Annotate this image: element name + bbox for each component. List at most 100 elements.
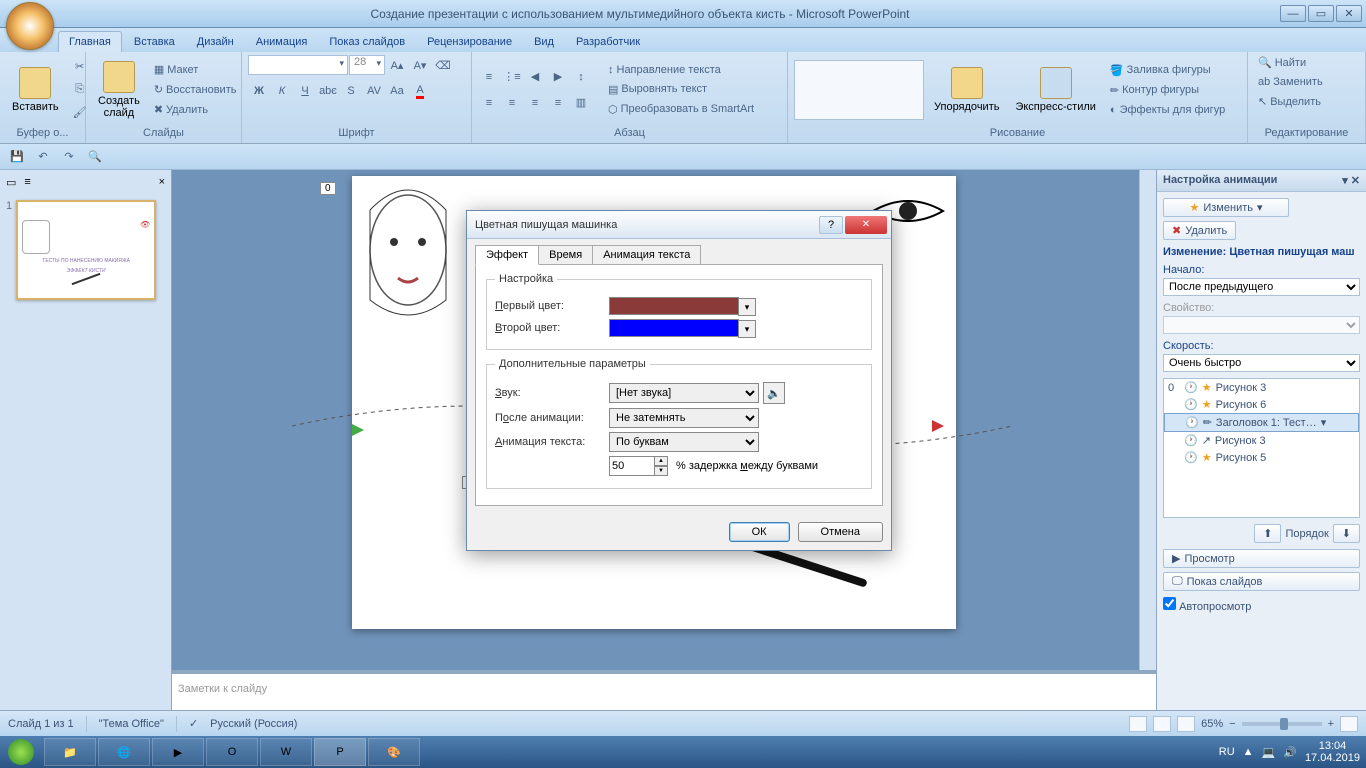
vertical-scrollbar[interactable]	[1139, 170, 1156, 710]
reset-button[interactable]: ↻ Восстановить	[150, 81, 241, 98]
font-size-combo[interactable]: 28	[349, 55, 385, 75]
dialog-tab-timing[interactable]: Время	[538, 245, 593, 265]
bold-button[interactable]: Ж	[248, 80, 270, 102]
tray-network-icon[interactable]: 💻	[1262, 746, 1276, 759]
autopreview-checkbox[interactable]: Автопросмотр	[1163, 601, 1251, 613]
sound-volume-button[interactable]: 🔈	[763, 382, 785, 404]
quick-styles-button[interactable]: Экспресс-стили	[1009, 56, 1101, 124]
strike-button[interactable]: abє	[317, 80, 339, 102]
spellcheck-icon[interactable]: ✓	[189, 717, 198, 730]
first-color-picker[interactable]	[609, 297, 739, 315]
slideshow-button[interactable]: 🖵 Показ слайдов	[1163, 572, 1360, 591]
delay-spin-down[interactable]: ▼	[654, 466, 668, 476]
align-text-button[interactable]: ▤ Выровнять текст	[604, 81, 758, 98]
font-combo[interactable]	[248, 55, 348, 75]
decrease-font-button[interactable]: A▾	[409, 54, 431, 76]
normal-view-button[interactable]	[1129, 716, 1147, 732]
justify-button[interactable]: ≡	[547, 92, 569, 114]
select-button[interactable]: ↖ Выделить	[1254, 93, 1325, 110]
speed-select[interactable]: Очень быстро	[1163, 354, 1360, 372]
minimize-button[interactable]: —	[1280, 5, 1306, 22]
tab-review[interactable]: Рецензирование	[417, 32, 522, 52]
zoom-level[interactable]: 65%	[1201, 718, 1223, 730]
columns-button[interactable]: ▥	[570, 92, 592, 114]
tray-clock[interactable]: 13:04 17.04.2019	[1305, 740, 1360, 764]
delay-spin-up[interactable]: ▲	[654, 456, 668, 466]
text-direction-button[interactable]: ↕ Направление текста	[604, 62, 758, 78]
anim-text-select[interactable]: По буквам	[609, 432, 759, 452]
task-ie[interactable]: 🌐	[98, 738, 150, 766]
find-button[interactable]: 🔍 Найти	[1254, 54, 1310, 71]
start-select[interactable]: После предыдущего	[1163, 278, 1360, 296]
layout-button[interactable]: ▦ Макет	[150, 61, 241, 78]
reorder-up-button[interactable]: ⬆	[1254, 524, 1281, 543]
italic-button[interactable]: К	[271, 80, 293, 102]
task-powerpoint[interactable]: P	[314, 738, 366, 766]
numbering-button[interactable]: ⋮≡	[501, 66, 523, 88]
close-thumbnails-button[interactable]: ×	[159, 176, 165, 188]
align-left-button[interactable]: ≡	[478, 92, 500, 114]
tab-view[interactable]: Вид	[524, 32, 564, 52]
delete-slide-button[interactable]: ✖ Удалить	[150, 101, 241, 118]
remove-effect-button[interactable]: ✖Удалить	[1163, 221, 1236, 240]
delay-input[interactable]	[609, 456, 655, 476]
shape-outline-button[interactable]: ✏ Контур фигуры	[1106, 82, 1229, 99]
dialog-help-button[interactable]: ?	[819, 216, 843, 234]
underline-button[interactable]: Ч	[294, 80, 316, 102]
sound-select[interactable]: [Нет звука]	[609, 383, 759, 403]
slideshow-view-button[interactable]	[1177, 716, 1195, 732]
indent-button[interactable]: ▶	[547, 66, 569, 88]
ok-button[interactable]: ОК	[729, 522, 790, 542]
dialog-close-button[interactable]: ✕	[845, 216, 887, 234]
increase-font-button[interactable]: A▴	[386, 54, 408, 76]
change-effect-button[interactable]: ★Изменить ▾	[1163, 198, 1289, 217]
smartart-button[interactable]: ⬡ Преобразовать в SmartArt	[604, 101, 758, 118]
zoom-out-button[interactable]: −	[1229, 718, 1235, 730]
save-button[interactable]: 💾	[6, 146, 28, 168]
tab-slideshow[interactable]: Показ слайдов	[319, 32, 415, 52]
start-button[interactable]	[0, 736, 42, 768]
bullets-button[interactable]: ≡	[478, 66, 500, 88]
tab-developer[interactable]: Разработчик	[566, 32, 650, 52]
redo-button[interactable]: ↷	[58, 146, 80, 168]
font-color-button[interactable]: A	[409, 80, 431, 102]
task-opera[interactable]: O	[206, 738, 258, 766]
shape-fill-button[interactable]: 🪣 Заливка фигуры	[1106, 62, 1229, 79]
dedent-button[interactable]: ◀	[524, 66, 546, 88]
tab-animation[interactable]: Анимация	[246, 32, 318, 52]
new-slide-button[interactable]: Создать слайд	[92, 56, 146, 124]
task-word[interactable]: W	[260, 738, 312, 766]
fit-button[interactable]	[1340, 716, 1358, 732]
close-button[interactable]: ✕	[1336, 5, 1362, 22]
status-language[interactable]: Русский (Россия)	[210, 718, 297, 730]
undo-button[interactable]: ↶	[32, 146, 54, 168]
slide-thumbnail[interactable]: 1 👁 ТЕСТЫ ПО НАНЕСЕНИЮ МАКИЯЖА ЭФФЕКТ КИ…	[6, 200, 165, 300]
animation-pane-close[interactable]: ▾ ✕	[1342, 174, 1360, 187]
case-button[interactable]: Aa	[386, 80, 408, 102]
slides-tab-icon[interactable]: ▭	[6, 176, 16, 189]
align-center-button[interactable]: ≡	[501, 92, 523, 114]
zoom-in-button[interactable]: +	[1328, 718, 1334, 730]
tab-insert[interactable]: Вставка	[124, 32, 185, 52]
tray-lang[interactable]: RU	[1219, 746, 1235, 758]
notes-pane[interactable]: Заметки к слайду	[172, 670, 1156, 710]
reorder-down-button[interactable]: ⬇	[1333, 524, 1360, 543]
animation-list[interactable]: 0🕐★Рисунок 3 🕐★Рисунок 6 🕐✏Заголовок 1: …	[1163, 378, 1360, 518]
outline-tab-icon[interactable]: ≡	[24, 176, 30, 188]
preview-button[interactable]: ▶ Просмотр	[1163, 549, 1360, 568]
tray-sound-icon[interactable]: 🔊	[1283, 746, 1297, 759]
arrange-button[interactable]: Упорядочить	[928, 56, 1005, 124]
office-button[interactable]	[6, 2, 54, 50]
dialog-tab-text-animation[interactable]: Анимация текста	[592, 245, 701, 265]
spacing-button[interactable]: AV	[363, 80, 385, 102]
task-media[interactable]: ▶	[152, 738, 204, 766]
second-color-picker[interactable]	[609, 319, 739, 337]
dialog-tab-effect[interactable]: Эффект	[475, 245, 539, 265]
replace-button[interactable]: ab Заменить	[1254, 74, 1327, 90]
paste-button[interactable]: Вставить	[6, 56, 65, 124]
shapes-gallery[interactable]	[794, 60, 924, 120]
shape-effects-button[interactable]: ◐ Эффекты для фигур	[1106, 102, 1229, 118]
tray-flag-icon[interactable]: ▲	[1243, 746, 1254, 758]
shadow-button[interactable]: S	[340, 80, 362, 102]
cancel-button[interactable]: Отмена	[798, 522, 883, 542]
